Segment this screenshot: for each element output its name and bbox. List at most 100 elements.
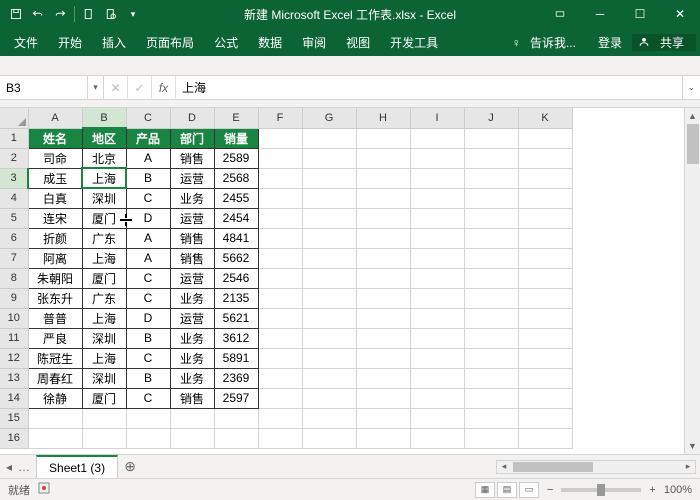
- row-header-5[interactable]: 5: [0, 208, 28, 228]
- cell-H10[interactable]: [356, 308, 410, 328]
- hscroll-thumb[interactable]: [513, 462, 593, 472]
- cell-G1[interactable]: [302, 128, 356, 148]
- ribbon-options-icon[interactable]: [540, 0, 580, 28]
- cell-E4[interactable]: 2455: [214, 188, 258, 208]
- cell-C7[interactable]: A: [126, 248, 170, 268]
- cell-H7[interactable]: [356, 248, 410, 268]
- cell-H3[interactable]: [356, 168, 410, 188]
- cell-H8[interactable]: [356, 268, 410, 288]
- cell-D15[interactable]: [170, 408, 214, 428]
- cell-I11[interactable]: [410, 328, 464, 348]
- cell-A5[interactable]: 连宋: [28, 208, 82, 228]
- row-header-7[interactable]: 7: [0, 248, 28, 268]
- signin-link[interactable]: 登录: [592, 34, 628, 51]
- cell-G4[interactable]: [302, 188, 356, 208]
- cell-J12[interactable]: [464, 348, 518, 368]
- cell-C12[interactable]: C: [126, 348, 170, 368]
- cell-B4[interactable]: 深圳: [82, 188, 126, 208]
- cell-G15[interactable]: [302, 408, 356, 428]
- cell-F13[interactable]: [258, 368, 302, 388]
- cell-C6[interactable]: A: [126, 228, 170, 248]
- cell-H11[interactable]: [356, 328, 410, 348]
- col-header-F[interactable]: F: [258, 108, 302, 128]
- cell-B16[interactable]: [82, 428, 126, 448]
- cell-H4[interactable]: [356, 188, 410, 208]
- row-header-1[interactable]: 1: [0, 128, 28, 148]
- cell-I7[interactable]: [410, 248, 464, 268]
- col-header-J[interactable]: J: [464, 108, 518, 128]
- ribbon-tab-8[interactable]: 开发工具: [380, 28, 448, 56]
- cell-B13[interactable]: 深圳: [82, 368, 126, 388]
- cell-F16[interactable]: [258, 428, 302, 448]
- cell-C5[interactable]: D: [126, 208, 170, 228]
- tab-more-icon[interactable]: …: [18, 460, 30, 474]
- cell-G3[interactable]: [302, 168, 356, 188]
- cell-I6[interactable]: [410, 228, 464, 248]
- cell-G8[interactable]: [302, 268, 356, 288]
- cell-K16[interactable]: [518, 428, 572, 448]
- cell-H1[interactable]: [356, 128, 410, 148]
- cell-E15[interactable]: [214, 408, 258, 428]
- cell-G12[interactable]: [302, 348, 356, 368]
- cell-A2[interactable]: 司命: [28, 148, 82, 168]
- cell-E9[interactable]: 2135: [214, 288, 258, 308]
- cell-K2[interactable]: [518, 148, 572, 168]
- cell-E10[interactable]: 5621: [214, 308, 258, 328]
- cell-A7[interactable]: 阿离: [28, 248, 82, 268]
- cell-D13[interactable]: 业务: [170, 368, 214, 388]
- horizontal-scrollbar[interactable]: ◂ ▸: [142, 455, 700, 478]
- cell-K7[interactable]: [518, 248, 572, 268]
- cell-A14[interactable]: 徐静: [28, 388, 82, 408]
- cell-I4[interactable]: [410, 188, 464, 208]
- cell-F8[interactable]: [258, 268, 302, 288]
- cell-A4[interactable]: 白真: [28, 188, 82, 208]
- cell-D2[interactable]: 销售: [170, 148, 214, 168]
- cell-D3[interactable]: 运营: [170, 168, 214, 188]
- cell-B5[interactable]: 厦门: [82, 208, 126, 228]
- cell-G14[interactable]: [302, 388, 356, 408]
- ribbon-tab-7[interactable]: 视图: [336, 28, 380, 56]
- row-header-6[interactable]: 6: [0, 228, 28, 248]
- cell-J3[interactable]: [464, 168, 518, 188]
- col-header-G[interactable]: G: [302, 108, 356, 128]
- cell-F3[interactable]: [258, 168, 302, 188]
- cell-E5[interactable]: 2454: [214, 208, 258, 228]
- cell-J16[interactable]: [464, 428, 518, 448]
- cell-K5[interactable]: [518, 208, 572, 228]
- cell-G9[interactable]: [302, 288, 356, 308]
- cell-A16[interactable]: [28, 428, 82, 448]
- cell-C11[interactable]: B: [126, 328, 170, 348]
- row-header-4[interactable]: 4: [0, 188, 28, 208]
- save-icon[interactable]: [6, 4, 26, 24]
- print-preview-icon[interactable]: [101, 4, 121, 24]
- col-header-H[interactable]: H: [356, 108, 410, 128]
- zoom-out-icon[interactable]: −: [547, 484, 553, 496]
- cell-A9[interactable]: 张东升: [28, 288, 82, 308]
- row-header-8[interactable]: 8: [0, 268, 28, 288]
- cell-I2[interactable]: [410, 148, 464, 168]
- row-header-10[interactable]: 10: [0, 308, 28, 328]
- qat-customize-icon[interactable]: ▾: [123, 4, 143, 24]
- cell-D7[interactable]: 销售: [170, 248, 214, 268]
- cell-I3[interactable]: [410, 168, 464, 188]
- cell-D1[interactable]: 部门: [170, 128, 214, 148]
- row-header-9[interactable]: 9: [0, 288, 28, 308]
- cell-E11[interactable]: 3612: [214, 328, 258, 348]
- row-header-11[interactable]: 11: [0, 328, 28, 348]
- cell-I14[interactable]: [410, 388, 464, 408]
- cell-K13[interactable]: [518, 368, 572, 388]
- cell-I1[interactable]: [410, 128, 464, 148]
- tell-me[interactable]: ♀ 告诉我...: [506, 34, 588, 51]
- scroll-down-icon[interactable]: ▼: [685, 438, 700, 454]
- col-header-E[interactable]: E: [214, 108, 258, 128]
- cell-E2[interactable]: 2589: [214, 148, 258, 168]
- cell-A6[interactable]: 折颜: [28, 228, 82, 248]
- cell-C16[interactable]: [126, 428, 170, 448]
- page-layout-view-icon[interactable]: ▤: [497, 482, 517, 498]
- scroll-up-icon[interactable]: ▲: [685, 108, 700, 124]
- cell-G10[interactable]: [302, 308, 356, 328]
- cell-K15[interactable]: [518, 408, 572, 428]
- ribbon-tab-1[interactable]: 开始: [48, 28, 92, 56]
- cell-G7[interactable]: [302, 248, 356, 268]
- cell-F10[interactable]: [258, 308, 302, 328]
